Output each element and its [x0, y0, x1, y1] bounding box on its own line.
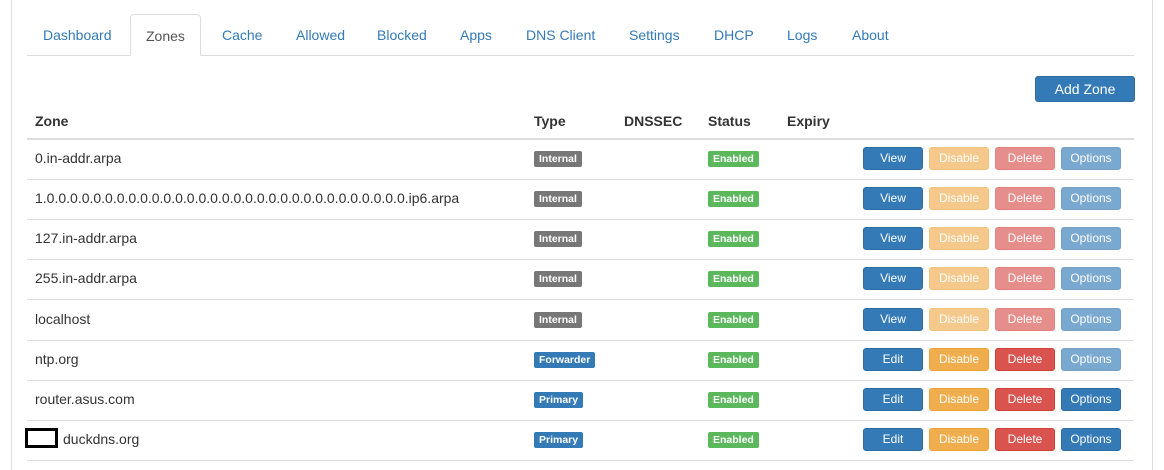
- column-header-zone: Zone: [35, 113, 69, 129]
- options-button[interactable]: Options: [1061, 227, 1121, 250]
- tab-about[interactable]: About: [837, 14, 904, 55]
- delete-button[interactable]: Delete: [995, 348, 1055, 371]
- tab-zones[interactable]: Zones: [130, 14, 201, 56]
- disable-button[interactable]: Disable: [929, 227, 989, 250]
- zone-name: 127.in-addr.arpa: [35, 230, 137, 246]
- status-badge: Enabled: [708, 191, 759, 207]
- options-button[interactable]: Options: [1061, 428, 1121, 451]
- tab-settings[interactable]: Settings: [614, 14, 695, 55]
- delete-button[interactable]: Delete: [995, 187, 1055, 210]
- status-badge: Enabled: [708, 352, 759, 368]
- delete-button[interactable]: Delete: [995, 267, 1055, 290]
- table-row: localhost Internal Enabled View Disable Delet…: [27, 300, 1134, 341]
- panel-border-right: [1152, 0, 1153, 470]
- view-button[interactable]: View: [863, 147, 923, 170]
- delete-button[interactable]: Delete: [995, 147, 1055, 170]
- zone-type-badge: Primary: [534, 432, 584, 448]
- disable-button[interactable]: Disable: [929, 308, 989, 331]
- tab-allowed[interactable]: Allowed: [281, 14, 360, 55]
- panel-border-left: [11, 0, 12, 470]
- delete-button[interactable]: Delete: [995, 428, 1055, 451]
- zone-name: router.asus.com: [35, 391, 135, 407]
- table-row: 255.in-addr.arpa Internal Enabled View Disab…: [27, 259, 1134, 300]
- view-button[interactable]: View: [863, 227, 923, 250]
- zone-type-badge: Internal: [534, 271, 582, 287]
- disable-button[interactable]: Disable: [929, 147, 989, 170]
- disable-button[interactable]: Disable: [929, 388, 989, 411]
- view-button[interactable]: View: [863, 308, 923, 331]
- zone-type-badge: Internal: [534, 191, 582, 207]
- edit-button[interactable]: Edit: [863, 428, 923, 451]
- tab-logs[interactable]: Logs: [772, 14, 832, 55]
- column-header-expiry: Expiry: [787, 113, 830, 129]
- tab-dns-client[interactable]: DNS Client: [511, 14, 610, 55]
- delete-button[interactable]: Delete: [995, 227, 1055, 250]
- column-header-dnssec: DNSSEC: [624, 113, 683, 129]
- status-badge: Enabled: [708, 231, 759, 247]
- options-button[interactable]: Options: [1061, 147, 1121, 170]
- zone-name: ntp.org: [35, 351, 79, 367]
- zone-name: localhost: [35, 311, 91, 327]
- view-button[interactable]: View: [863, 267, 923, 290]
- edit-button[interactable]: Edit: [863, 388, 923, 411]
- column-header-type: Type: [534, 113, 566, 129]
- status-badge: Enabled: [708, 392, 759, 408]
- options-button[interactable]: Options: [1061, 267, 1121, 290]
- zone-type-badge: Primary: [534, 392, 584, 408]
- column-header-status: Status: [708, 113, 751, 129]
- status-badge: Enabled: [708, 312, 759, 328]
- table-row: duckdns.org Primary Enabled Edit Disable Dele…: [25, 420, 1134, 461]
- delete-button[interactable]: Delete: [995, 388, 1055, 411]
- options-button[interactable]: Options: [1061, 388, 1121, 411]
- view-button[interactable]: View: [863, 187, 923, 210]
- tab-dhcp[interactable]: DHCP: [699, 14, 769, 55]
- options-button[interactable]: Options: [1061, 348, 1121, 371]
- tab-blocked[interactable]: Blocked: [362, 14, 442, 55]
- zone-type-badge: Internal: [534, 312, 582, 328]
- disable-button[interactable]: Disable: [929, 187, 989, 210]
- status-badge: Enabled: [708, 151, 759, 167]
- options-button[interactable]: Options: [1061, 187, 1121, 210]
- zone-type-badge: Internal: [534, 231, 582, 247]
- main-tabs: Dashboard Zones Cache Allowed Blocked Apps DNS…: [27, 14, 1134, 56]
- add-zone-button[interactable]: Add Zone: [1035, 76, 1135, 102]
- table-row: ntp.org Forwarder Enabled Edit Disable Delete…: [27, 340, 1134, 381]
- redacted-box: [25, 428, 58, 448]
- status-badge: Enabled: [708, 432, 759, 448]
- disable-button[interactable]: Disable: [929, 348, 989, 371]
- options-button[interactable]: Options: [1061, 308, 1121, 331]
- table-row: 0.in-addr.arpa Internal Enabled View Disable…: [27, 139, 1134, 180]
- zone-name: 255.in-addr.arpa: [35, 270, 137, 286]
- zone-type-badge: Forwarder: [534, 352, 596, 368]
- delete-button[interactable]: Delete: [995, 308, 1055, 331]
- zones-table-header: Zone Type DNSSEC Status Expiry: [27, 105, 1134, 140]
- zone-name: 1.0.0.0.0.0.0.0.0.0.0.0.0.0.0.0.0.0.0.0.…: [35, 190, 460, 206]
- zone-name: 0.in-addr.arpa: [35, 150, 122, 166]
- tab-cache[interactable]: Cache: [207, 14, 277, 55]
- table-row: router.asus.com Primary Enabled Edit Disable…: [27, 380, 1134, 421]
- table-row: 1.0.0.0.0.0.0.0.0.0.0.0.0.0.0.0.0.0.0.0.…: [27, 179, 1134, 220]
- tab-apps[interactable]: Apps: [445, 14, 507, 55]
- table-row: 127.in-addr.arpa Internal Enabled View Disab…: [27, 219, 1134, 260]
- tab-dashboard[interactable]: Dashboard: [28, 14, 127, 55]
- zone-type-badge: Internal: [534, 151, 582, 167]
- status-badge: Enabled: [708, 271, 759, 287]
- disable-button[interactable]: Disable: [929, 428, 989, 451]
- disable-button[interactable]: Disable: [929, 267, 989, 290]
- zone-name: duckdns.org: [63, 431, 140, 447]
- edit-button[interactable]: Edit: [863, 348, 923, 371]
